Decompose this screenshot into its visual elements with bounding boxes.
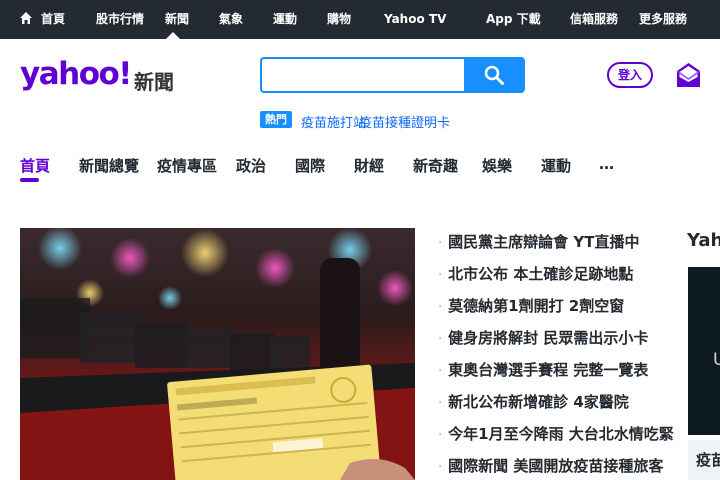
headline-text[interactable]: 北市公布 本土確診足跡地點: [448, 265, 633, 283]
bullet-dot: ·: [438, 236, 443, 251]
bullet-dot: ·: [438, 428, 443, 443]
bullet-dot: ·: [438, 460, 443, 475]
topnav-item-sports[interactable]: 運動: [273, 0, 297, 39]
topnav-item-stocks[interactable]: 股市行情: [96, 0, 144, 39]
topnav-item-weather[interactable]: 氣象: [219, 0, 243, 39]
headline-item[interactable]: · 新北公布新增確診 4家醫院: [438, 391, 629, 412]
bullet-dot: ·: [438, 364, 443, 379]
active-tab-underline: [20, 178, 39, 182]
bullet-dot: ·: [438, 300, 443, 315]
trending-link[interactable]: 疫苗施打站: [301, 112, 366, 131]
trending-badge: 熱門: [260, 111, 292, 128]
headline-text[interactable]: 健身房將解封 民眾需出示小卡: [448, 329, 648, 347]
tab-entertainment[interactable]: 娛樂: [482, 155, 512, 176]
topnav-item-home[interactable]: 首頁: [41, 0, 65, 39]
headline-text[interactable]: 莫德納第1劑開打 2劑空窗: [448, 297, 624, 315]
right-column-title: Yahoo: [687, 230, 720, 251]
tab-home[interactable]: 首頁: [20, 155, 50, 176]
tab-news-overview[interactable]: 新聞總覽: [79, 155, 139, 176]
headline-item[interactable]: · 北市公布 本土確診足跡地點: [438, 263, 633, 284]
video-caption-text: 疫苗: [696, 451, 720, 469]
tab-sports[interactable]: 運動: [541, 155, 571, 176]
bullet-dot: ·: [438, 268, 443, 283]
trending-link[interactable]: 疫苗接種證明卡: [359, 112, 450, 131]
headline-text[interactable]: 新北公布新增確診 4家醫院: [448, 393, 629, 411]
logo-section-label[interactable]: 新聞: [134, 66, 174, 95]
headline-item[interactable]: · 國民黨主席辯論會 YT直播中: [438, 231, 639, 252]
bullet-dot: ·: [438, 332, 443, 347]
headline-text[interactable]: 今年1月至今降雨 大台北水情吃緊: [448, 425, 674, 443]
topnav-item-more-services[interactable]: 更多服務: [639, 0, 687, 39]
video-caption[interactable]: 疫苗: [688, 440, 720, 480]
topnav-item-mail-service[interactable]: 信箱服務: [570, 0, 618, 39]
tab-novelty[interactable]: 新奇趣: [413, 155, 458, 176]
topnav-item-shopping[interactable]: 購物: [327, 0, 351, 39]
top-navigation-bar: 首頁 股市行情 新聞 氣象 運動 購物 Yahoo TV App 下載 信箱服務…: [0, 0, 720, 39]
headline-item[interactable]: · 健身房將解封 民眾需出示小卡: [438, 327, 648, 348]
active-nav-indicator: [166, 32, 180, 39]
search-button[interactable]: [464, 57, 525, 93]
tab-covid[interactable]: 疫情專區: [157, 155, 217, 176]
topnav-item-yahoo-tv[interactable]: Yahoo TV: [384, 0, 446, 39]
search-bar: [260, 57, 525, 93]
headline-item[interactable]: · 東奧台灣選手賽程 完整一覽表: [438, 359, 648, 380]
hero-news-image[interactable]: [20, 228, 415, 480]
bullet-dot: ·: [438, 396, 443, 411]
headline-item[interactable]: · 國際新聞 美國開放疫苗接種旅客: [438, 455, 663, 476]
headline-text[interactable]: 國際新聞 美國開放疫苗接種旅客: [448, 457, 663, 475]
search-icon: [484, 65, 504, 85]
mail-icon[interactable]: [676, 62, 701, 88]
yahoo-logo[interactable]: yahoo!: [20, 56, 132, 92]
headline-item[interactable]: · 莫德納第1劑開打 2劑空窗: [438, 295, 624, 316]
headline-item[interactable]: · 今年1月至今降雨 大台北水情吃緊: [438, 423, 674, 444]
home-icon[interactable]: [19, 11, 33, 25]
tab-international[interactable]: 國際: [295, 155, 325, 176]
login-button[interactable]: 登入: [607, 62, 653, 88]
headline-text[interactable]: 東奧台灣選手賽程 完整一覽表: [448, 361, 648, 379]
tab-finance[interactable]: 財經: [354, 155, 384, 176]
tab-more[interactable]: …: [599, 155, 614, 173]
tab-politics[interactable]: 政治: [236, 155, 266, 176]
video-overlay-text: U: [713, 350, 720, 370]
topnav-item-app-download[interactable]: App 下載: [486, 0, 541, 39]
gym-vaccine-card-photo: [20, 228, 415, 480]
headline-text[interactable]: 國民黨主席辯論會 YT直播中: [448, 233, 639, 251]
search-input[interactable]: [260, 57, 465, 93]
